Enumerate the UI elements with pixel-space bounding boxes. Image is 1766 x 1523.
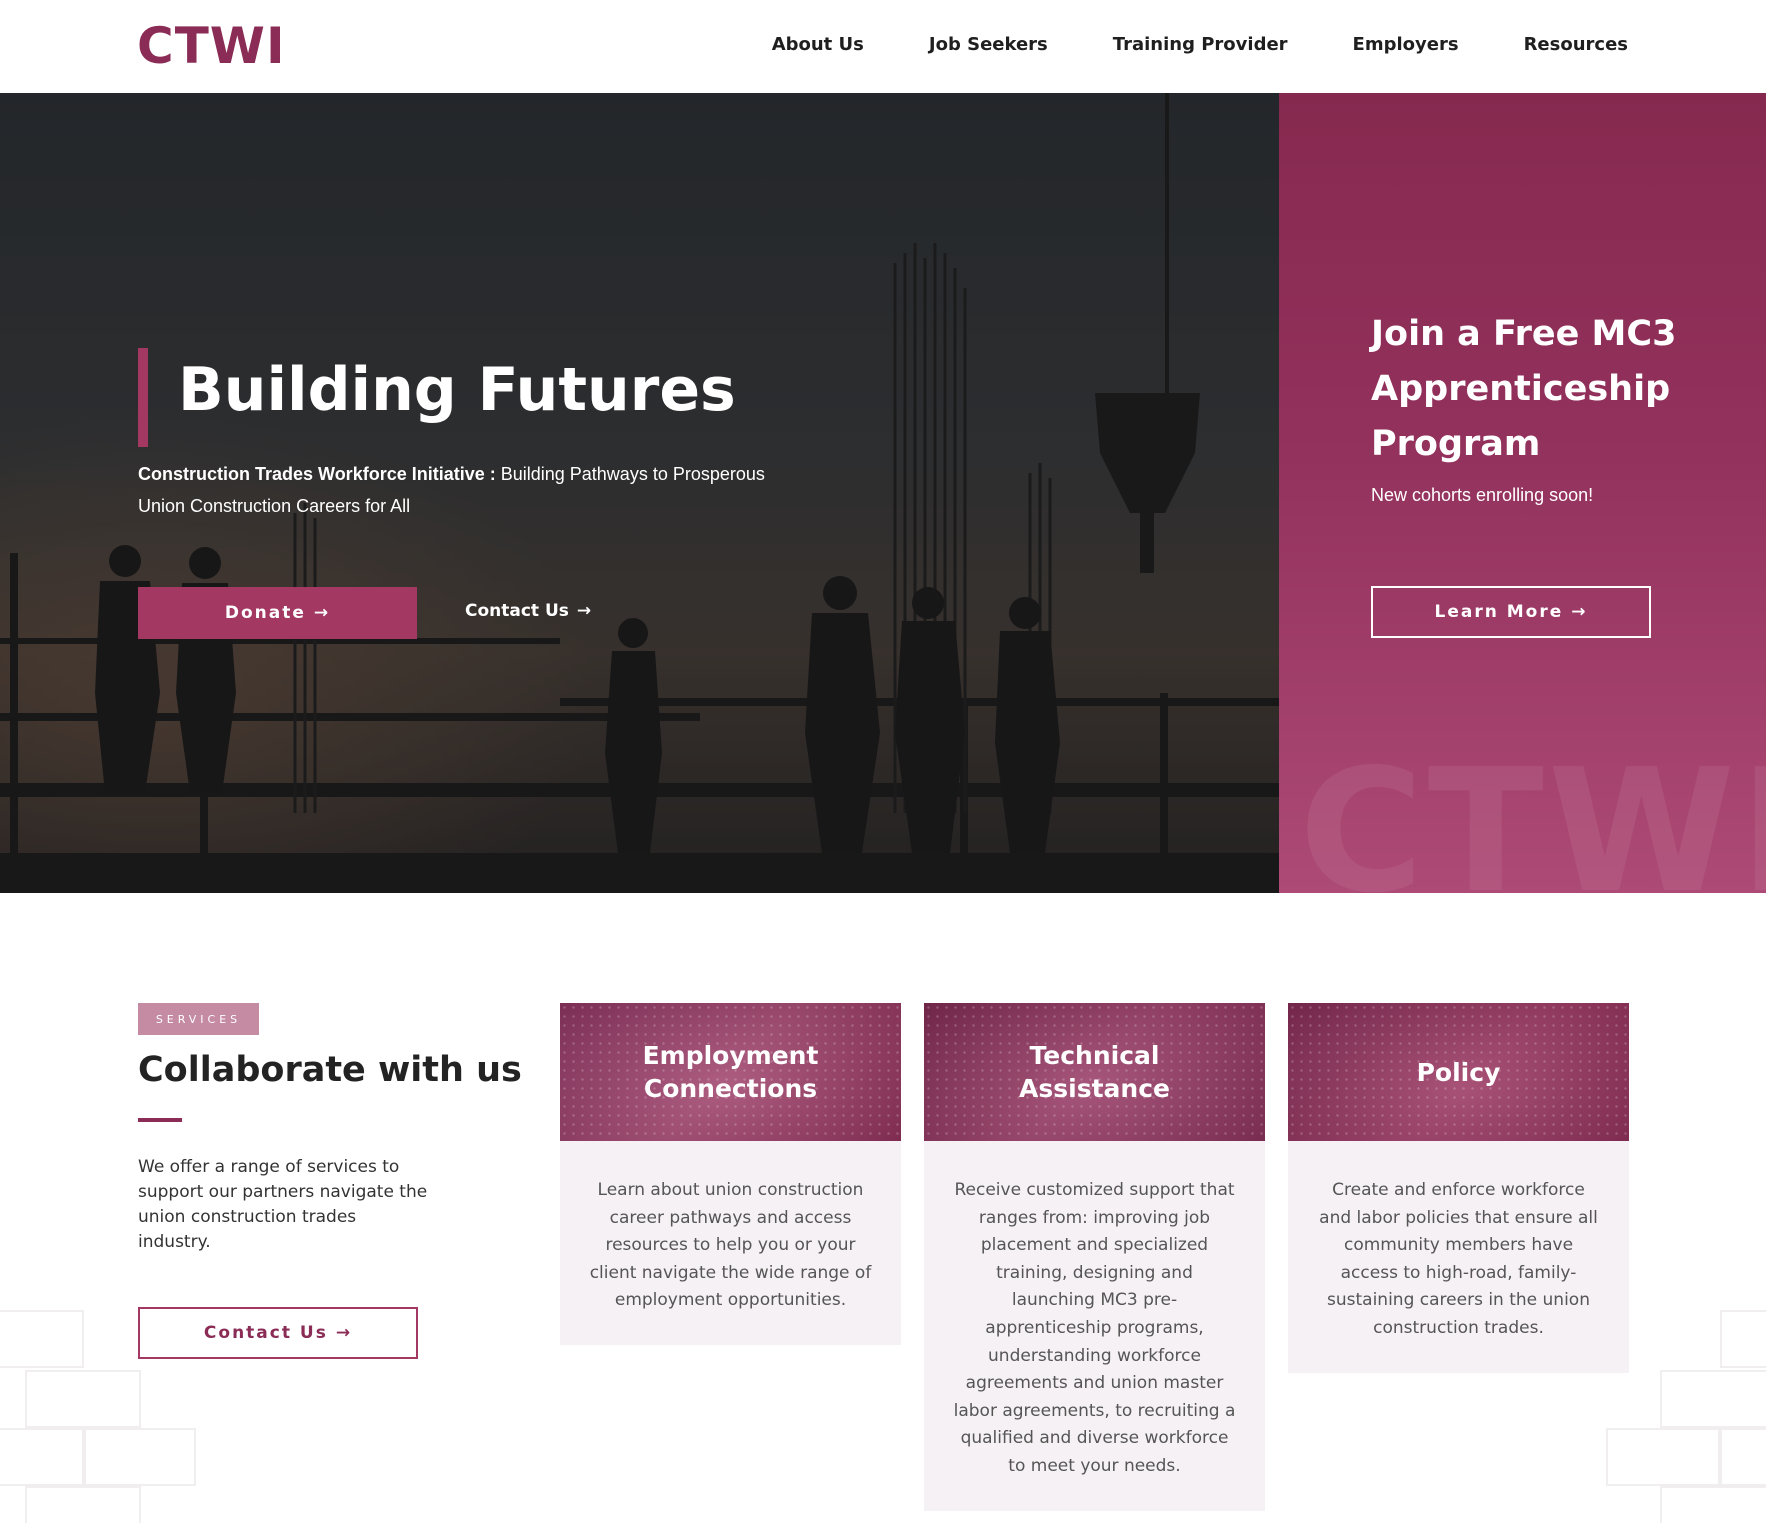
- services-title: Collaborate with us: [138, 1050, 522, 1090]
- hero-accent-bar: [138, 348, 148, 447]
- arrow-right-icon: →: [335, 1323, 353, 1343]
- hero-contact-label: Contact Us: [465, 601, 569, 621]
- card-text: Create and enforce workforce and labor p…: [1319, 1180, 1598, 1338]
- service-card-policy[interactable]: Policy Create and enforce workforce and …: [1288, 1003, 1629, 1373]
- nav-job-seekers[interactable]: Job Seekers: [929, 34, 1048, 55]
- hero-subtitle: Construction Trades Workforce Initiative…: [138, 458, 778, 522]
- hero-contact-link[interactable]: Contact Us →: [465, 601, 591, 621]
- ctwi-logo-mark: CTWI: [137, 20, 286, 72]
- card-title: Employment Connections: [642, 1041, 819, 1103]
- service-card-technical-assistance[interactable]: Technical Assistance Receive customized …: [924, 1003, 1265, 1511]
- card-image: Policy: [1288, 1003, 1629, 1141]
- service-card-employment[interactable]: Employment Connections Learn about union…: [560, 1003, 901, 1345]
- nav-employers[interactable]: Employers: [1353, 34, 1459, 55]
- contact-us-label: Contact Us: [203, 1323, 328, 1343]
- ctwi-logo[interactable]: CTWI: [137, 20, 287, 72]
- main-nav: About Us Job Seekers Training Provider E…: [707, 34, 1628, 55]
- arrow-right-icon: →: [576, 601, 592, 621]
- arrow-right-icon: →: [1571, 602, 1588, 622]
- promo-panel: CTWI Join a Free MC3 Apprenticeship Prog…: [1279, 93, 1766, 893]
- services-badge: SERVICES: [138, 1003, 259, 1035]
- nav-about-us[interactable]: About Us: [772, 34, 864, 55]
- services-description: We offer a range of services to support …: [138, 1157, 428, 1252]
- card-text: Receive customized support that ranges f…: [953, 1180, 1236, 1476]
- card-title: Technical Assistance: [1019, 1041, 1170, 1103]
- hero-title: Building Futures: [178, 355, 736, 425]
- contact-us-button[interactable]: Contact Us →: [138, 1307, 418, 1359]
- learn-more-button[interactable]: Learn More →: [1371, 586, 1651, 638]
- hero-section: Building Futures Construction Trades Wor…: [0, 93, 1279, 893]
- card-image: Technical Assistance: [924, 1003, 1265, 1141]
- donate-button[interactable]: Donate →: [138, 587, 417, 639]
- promo-subtitle: New cohorts enrolling soon!: [1371, 485, 1594, 505]
- donate-button-label: Donate: [224, 603, 306, 623]
- promo-title: Join a Free MC3 Apprenticeship Program: [1371, 314, 1677, 464]
- nav-training-provider[interactable]: Training Provider: [1113, 34, 1288, 55]
- card-text: Learn about union construction career pa…: [589, 1180, 872, 1311]
- hero-subtitle-bold: Construction Trades Workforce Initiative…: [138, 464, 496, 484]
- site-header: CTWI About Us Job Seekers Training Provi…: [0, 0, 1766, 93]
- promo-watermark: CTWI: [1299, 733, 1766, 893]
- learn-more-label: Learn More: [1434, 602, 1564, 622]
- card-title: Policy: [1416, 1057, 1501, 1087]
- nav-resources[interactable]: Resources: [1524, 34, 1628, 55]
- logo-text: CTWI: [137, 20, 286, 72]
- services-title-underline: [138, 1118, 182, 1122]
- card-image: Employment Connections: [560, 1003, 901, 1141]
- arrow-right-icon: →: [313, 603, 331, 623]
